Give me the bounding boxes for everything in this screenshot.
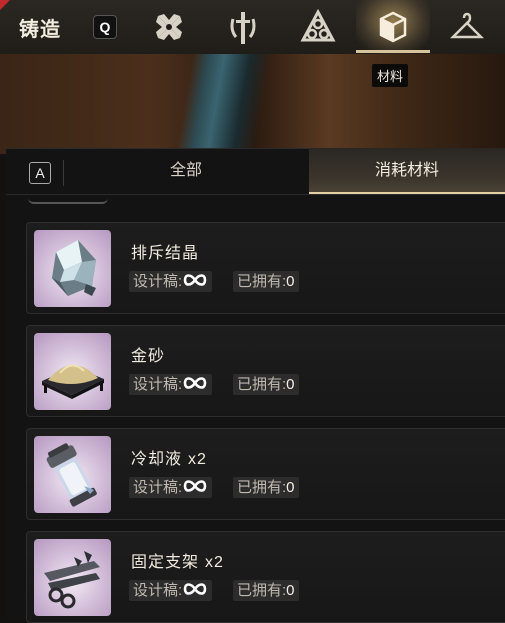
hanger-icon[interactable]: [446, 6, 488, 48]
blueprint-tag: 设计稿:: [129, 580, 213, 601]
infinity-icon: [183, 480, 207, 492]
owned-tag: 已拥有:0: [233, 580, 299, 601]
crystal-icon: [34, 230, 111, 307]
owned-tag: 已拥有:0: [233, 477, 299, 498]
cube-material-icon[interactable]: [372, 6, 414, 48]
infinity-icon: [183, 583, 207, 595]
list-item-coolant[interactable]: 冷却液 x2 设计稿: 已拥有:0: [26, 428, 505, 520]
partial-list-item: [28, 196, 108, 204]
item-name: 金砂: [131, 348, 166, 365]
tab-consumables[interactable]: 消耗材料: [309, 148, 505, 194]
top-bar: 铸造 Q: [0, 0, 505, 55]
triangle-gears-icon[interactable]: [297, 6, 339, 48]
bracket-icon: [34, 539, 111, 616]
active-tab-indicator: [356, 50, 430, 53]
item-name: 固定支架 x2: [131, 554, 224, 571]
owned-tag: 已拥有:0: [233, 374, 299, 395]
flower-armor-icon[interactable]: [148, 6, 190, 48]
owned-tag: 已拥有:0: [233, 271, 299, 292]
hotkey-q: Q: [93, 15, 117, 39]
page-title: 铸造: [19, 19, 61, 41]
tab-all[interactable]: 全部: [64, 148, 308, 194]
coolant-icon: [34, 436, 111, 513]
list-item-crystal[interactable]: 排斥结晶 设计稿: 已拥有:0: [26, 222, 505, 314]
item-name: 冷却液 x2: [131, 451, 207, 468]
background-scene: [0, 54, 505, 154]
item-name: 排斥结晶: [131, 245, 200, 262]
list-item-gold-sand[interactable]: 金砂 设计稿: 已拥有:0: [26, 325, 505, 417]
blueprint-tag: 设计稿:: [129, 271, 213, 292]
tab-tooltip: 材料: [372, 64, 409, 87]
sword-shield-icon[interactable]: [222, 6, 264, 48]
hotkey-a: A: [29, 162, 51, 184]
corner-marker: [0, 0, 10, 10]
tabs-separator: [6, 194, 505, 195]
list-item-bracket[interactable]: 固定支架 x2 设计稿: 已拥有:0: [26, 531, 505, 623]
infinity-icon: [183, 274, 207, 286]
blueprint-tag: 设计稿:: [129, 374, 213, 395]
infinity-icon: [183, 377, 207, 389]
blueprint-tag: 设计稿:: [129, 477, 213, 498]
gold-sand-icon: [34, 333, 111, 410]
